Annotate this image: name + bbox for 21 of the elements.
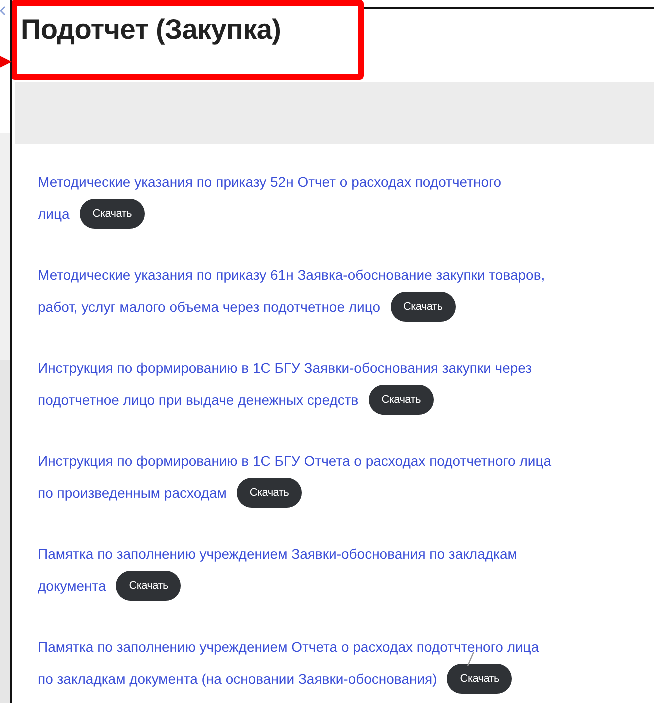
download-button[interactable]: Скачать <box>368 385 434 415</box>
document-link[interactable]: Памятка по заполнению учреждением Отчета о расходах подотчтеного лица <box>38 638 540 656</box>
document-link[interactable]: по закладкам документа (на основании Заявки-обоснования) <box>38 670 438 688</box>
chevron-icon[interactable] <box>0 6 6 16</box>
document-link[interactable]: лица <box>38 205 70 223</box>
document-link[interactable]: работ, услуг малого объема через подотчетное лицо <box>38 298 381 316</box>
page-title: Подотчет (Закупка) <box>21 14 282 46</box>
download-button[interactable]: Скачать <box>80 199 145 229</box>
document-link[interactable]: Методические указания по приказу 52н Отчет о расходах подотчетного <box>38 173 502 191</box>
document-link[interactable]: Инструкция по формированию в 1С БГУ Заявки-обоснования закупки через <box>38 359 532 377</box>
download-button[interactable]: Скачать <box>116 571 182 601</box>
document-link[interactable]: Методические указания по приказу 61н Заявка-обоснование закупки товаров, <box>38 266 546 284</box>
document-link[interactable]: подотчетное лицо при выдаче денежных средств <box>38 391 359 409</box>
document-link[interactable]: Инструкция по формированию в 1С БГУ Отчета о расходах подотчетного лица <box>38 452 552 470</box>
document-link[interactable]: документа <box>38 577 106 595</box>
download-button[interactable]: Скачать <box>236 478 302 508</box>
arrow-icon <box>0 55 12 69</box>
download-button[interactable]: Скачать <box>447 664 512 694</box>
document-link[interactable]: Памятка по заполнению учреждением Заявки-обоснования по закладкам <box>38 545 518 563</box>
document-link[interactable]: по произведенным расходам <box>38 484 227 502</box>
download-button[interactable]: Скачать <box>390 292 456 322</box>
